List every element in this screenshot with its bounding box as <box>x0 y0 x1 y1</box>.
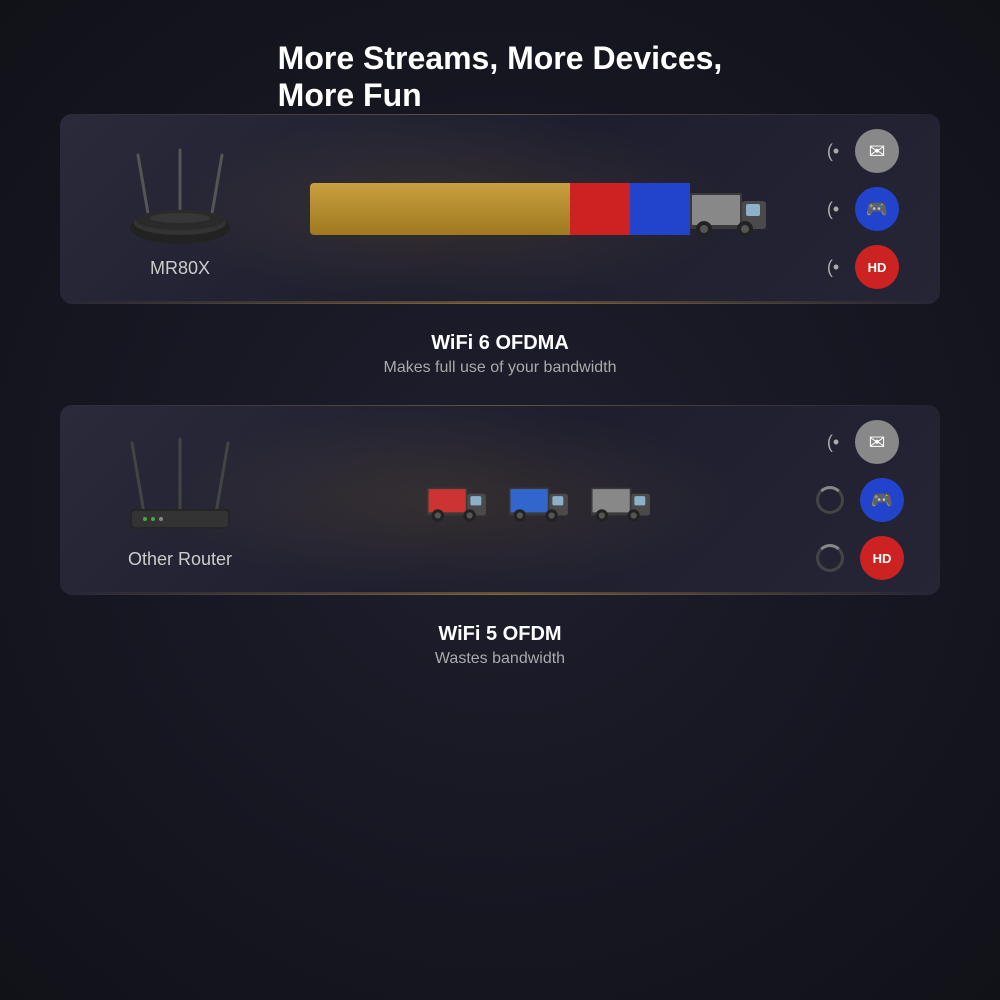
device-row-hd-wifi5: HD <box>816 536 904 580</box>
wifi5-trucks <box>427 472 653 528</box>
device-game-wifi6: 🎮 <box>855 187 899 231</box>
wifi-signal-email-wifi6: (• <box>821 141 845 162</box>
wifi6-traffic <box>280 177 800 241</box>
spinner-game-wifi5 <box>816 486 844 514</box>
wifi5-devices: (• ✉ 🎮 HD <box>800 420 940 580</box>
wifi6-devices: (• ✉ (• 🎮 (• HD <box>800 129 940 289</box>
device-hd-wifi5: HD <box>860 536 904 580</box>
wifi6-router-section: MR80X <box>60 140 280 279</box>
device-game-wifi5: 🎮 <box>860 478 904 522</box>
wifi-signal-email-wifi5: (• <box>821 432 845 453</box>
bar-blue <box>630 183 690 235</box>
wifi5-caption-title: WiFi 5 OFDM <box>435 623 565 646</box>
other-router-image <box>120 431 240 541</box>
wifi5-traffic <box>280 472 800 528</box>
wifi5-block: Other Router <box>60 405 940 595</box>
wifi-signal-hd-wifi6: (• <box>821 257 845 278</box>
device-row-hd-wifi6: (• HD <box>821 245 899 289</box>
truck3-wifi5 <box>591 472 653 528</box>
other-router-label: Other Router <box>128 549 232 570</box>
device-email-wifi5: ✉ <box>855 420 899 464</box>
device-hd-wifi6: HD <box>855 245 899 289</box>
device-email-wifi6: ✉ <box>855 129 899 173</box>
bar-red <box>570 183 630 235</box>
wifi5-caption: WiFi 5 OFDM Wastes bandwidth <box>435 623 565 668</box>
mr80x-label: MR80X <box>150 258 210 279</box>
mr80x-router-image <box>120 140 240 250</box>
wifi5-router-section: Other Router <box>60 431 280 570</box>
title-line2: More Fun <box>278 77 422 113</box>
wifi6-caption-sub: Makes full use of your bandwidth <box>383 359 616 377</box>
bar-gold <box>310 183 570 235</box>
device-row-game-wifi5: 🎮 <box>816 478 904 522</box>
device-row-game-wifi6: (• 🎮 <box>821 187 899 231</box>
wifi6-bar <box>310 183 690 235</box>
title-line1: More Streams, More Devices, <box>278 40 723 76</box>
truck2-wifi5 <box>509 472 571 528</box>
truck1-wifi5 <box>427 472 489 528</box>
wifi6-panel: MR80X <box>60 114 940 304</box>
wifi6-caption: WiFi 6 OFDMA Makes full use of your band… <box>383 332 616 377</box>
main-title: More Streams, More Devices, More Fun <box>278 40 723 114</box>
wifi-signal-game-wifi6: (• <box>821 199 845 220</box>
device-row-email-wifi6: (• ✉ <box>821 129 899 173</box>
wifi5-caption-sub: Wastes bandwidth <box>435 650 565 668</box>
truck-svg-wifi6 <box>690 177 770 241</box>
spinner-hd-wifi5 <box>816 544 844 572</box>
wifi5-panel: Other Router <box>60 405 940 595</box>
wifi6-caption-title: WiFi 6 OFDMA <box>383 332 616 355</box>
wifi6-truck <box>310 177 770 241</box>
device-row-email-wifi5: (• ✉ <box>821 420 899 464</box>
wifi6-block: MR80X <box>60 114 940 304</box>
